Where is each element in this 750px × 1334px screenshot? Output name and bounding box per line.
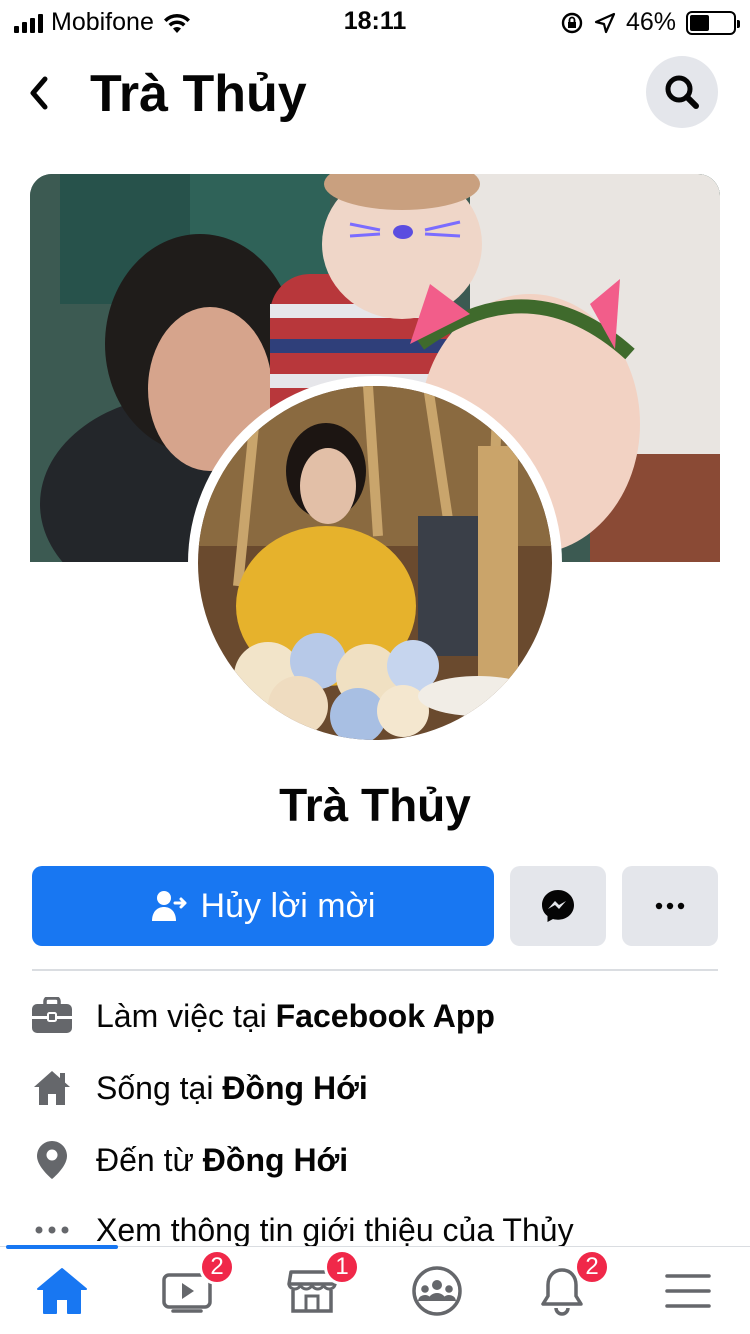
info-lives-prefix: Sống tại (96, 1069, 223, 1106)
info-lives[interactable]: Sống tại Đồng Hới (30, 1058, 730, 1118)
info-work[interactable]: Làm việc tại Facebook App (30, 986, 730, 1046)
lock-rotation-icon (561, 12, 583, 33)
info-work-value[interactable]: Facebook App (276, 998, 495, 1034)
cancel-request-label: Hủy lời mời (200, 886, 376, 925)
home-icon (34, 1071, 70, 1105)
profile-header: Trà Thủy (0, 50, 750, 140)
page-title: Trà Thủy (90, 65, 307, 123)
groups-icon (412, 1266, 462, 1316)
messenger-icon (542, 890, 574, 922)
back-button[interactable] (18, 68, 58, 118)
tab-menu[interactable] (658, 1261, 718, 1321)
home-icon (37, 1268, 87, 1314)
notifications-badge: 2 (574, 1249, 610, 1285)
ellipsis-icon (35, 1226, 69, 1234)
menu-icon (665, 1274, 711, 1308)
info-work-prefix: Làm việc tại (96, 997, 276, 1034)
info-from-value[interactable]: Đồng Hới (203, 1142, 348, 1178)
more-options-button[interactable] (622, 866, 718, 946)
briefcase-icon (32, 997, 72, 1033)
search-button[interactable] (646, 56, 718, 128)
see-about-info-label: Xem thông tin giới thiệu của Thủy (96, 1211, 574, 1247)
tab-groups[interactable] (407, 1261, 467, 1321)
bottom-tab-bar: 2 1 2 (0, 1245, 750, 1334)
tab-notifications[interactable]: 2 (532, 1249, 610, 1321)
status-bar: Mobifone 18:11 46% (0, 0, 750, 40)
back-icon (30, 76, 48, 110)
profile-name: Trà Thủy (279, 779, 471, 831)
info-lives-value[interactable]: Đồng Hới (222, 1070, 367, 1106)
divider (32, 969, 718, 971)
avatar[interactable] (188, 376, 562, 750)
more-icon (655, 902, 685, 910)
info-from[interactable]: Đến từ Đồng Hới (30, 1130, 730, 1190)
battery-icon (686, 10, 740, 35)
cancel-request-button[interactable]: Hủy lời mời (32, 866, 494, 946)
watch-badge: 2 (199, 1249, 235, 1285)
message-button[interactable] (510, 866, 606, 946)
marketplace-badge: 1 (324, 1249, 360, 1285)
tab-watch[interactable]: 2 (157, 1249, 235, 1321)
location-pin-icon (37, 1141, 67, 1179)
tab-marketplace[interactable]: 1 (282, 1249, 360, 1321)
active-tab-indicator (6, 1245, 118, 1249)
see-about-info[interactable]: Xem thông tin giới thiệu của Thủy (30, 1200, 730, 1246)
battery-percent: 46% (625, 8, 676, 36)
info-from-prefix: Đến từ (96, 1141, 203, 1178)
tab-home[interactable] (32, 1261, 92, 1321)
add-friend-icon (151, 891, 187, 921)
location-arrow-icon (594, 12, 616, 33)
search-icon (665, 75, 699, 109)
